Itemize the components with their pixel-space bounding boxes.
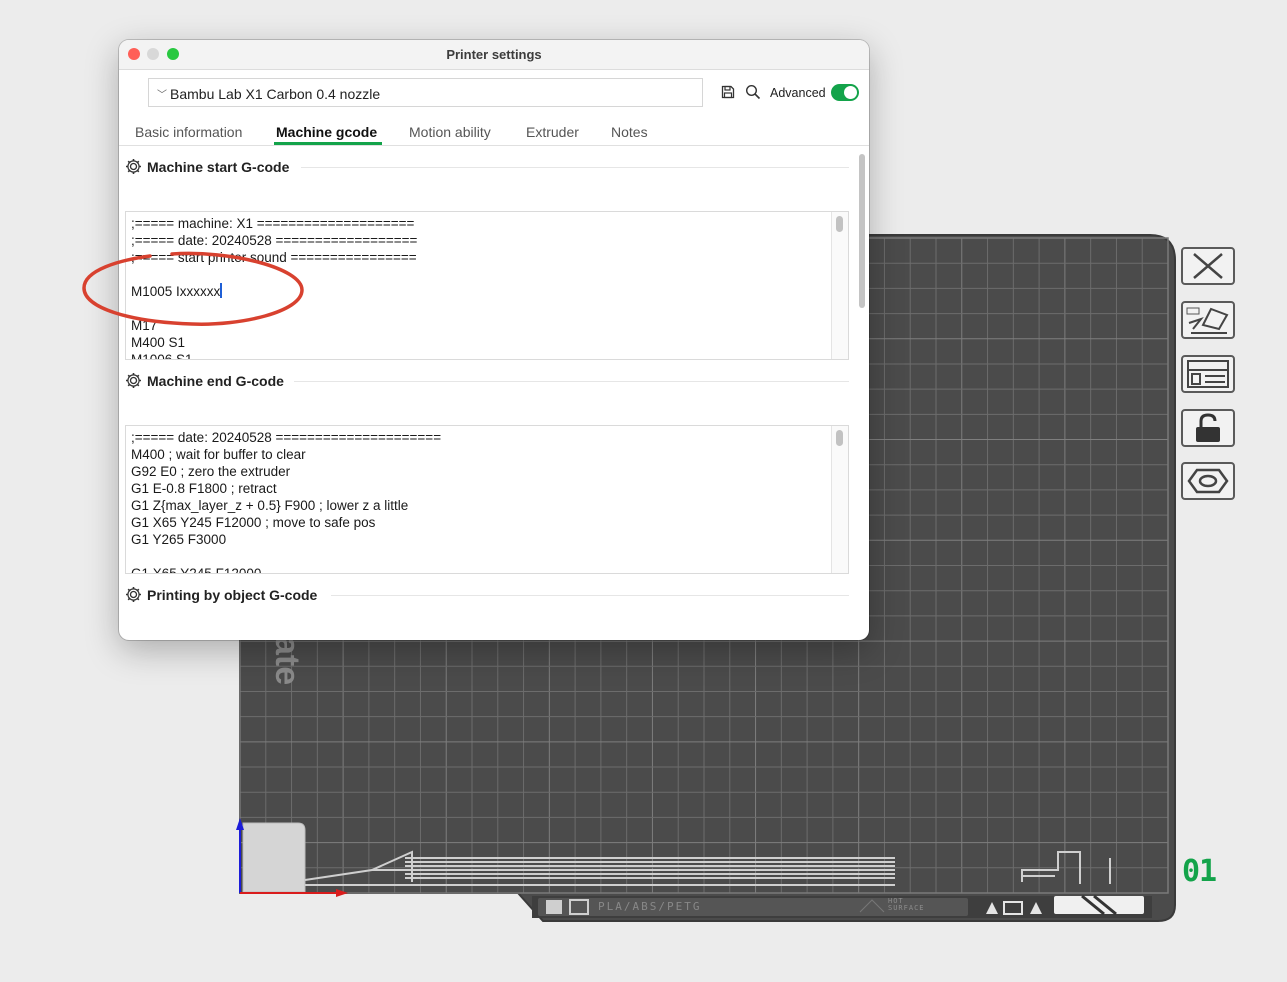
code-line: G1 Y265 F3000 [131,532,227,547]
lock-button[interactable] [1181,409,1235,447]
scrollbar-thumb[interactable] [836,216,843,232]
code-line: G1 X65 Y245 F12000 [131,566,262,574]
code-line: ;===== date: 20240528 ================== [131,233,418,248]
preset-select[interactable]: ﹀ Bambu Lab X1 Carbon 0.4 nozzle [148,78,703,107]
arrange-icon [1187,360,1229,388]
slice-icon [1187,468,1229,494]
printer-settings-dialog: Printer settings ﹀ Bambu Lab X1 Carbon 0… [119,40,869,640]
code-line: M400 S1 [131,335,186,350]
tab-motion-ability[interactable]: Motion ability [409,124,491,140]
close-plate-button[interactable] [1181,247,1235,285]
section-title: Machine start G-code [147,159,290,175]
code-line: G1 X65 Y245 F12000 ; move to safe pos [131,515,376,530]
gear-icon [126,587,141,602]
slice-button[interactable] [1181,462,1235,500]
close-icon [1193,253,1223,279]
section-divider [301,167,849,168]
end-gcode-editor[interactable]: ;===== date: 20240528 ==================… [125,425,849,574]
code-line: M400 ; wait for buffer to clear [131,447,306,462]
toggle-knob [844,86,857,99]
code-line: ;===== machine: X1 ==================== [131,216,415,231]
code-line: G1 E-0.8 F1800 ; retract [131,481,277,496]
plate-number: 01 [1182,854,1217,889]
section-title: Machine end G-code [147,373,284,389]
highlight-annotation [82,251,304,326]
tab-basic-information[interactable]: Basic information [135,124,242,140]
end-gcode-scrollbar[interactable] [831,426,848,573]
tab-divider [119,145,869,146]
plate-name-text: ate [268,636,306,686]
auto-orient-icon [1186,307,1229,334]
gear-icon [126,373,141,388]
lock-icon [1196,413,1220,442]
search-icon[interactable] [745,84,761,100]
code-line: G92 E0 ; zero the extruder [131,464,291,479]
code-line: M1006 S1 [131,352,193,360]
window-title: Printer settings [446,47,542,62]
settings-scrollbar-thumb[interactable] [859,154,865,308]
title-bar[interactable]: Printer settings [119,40,869,70]
code-line: ;===== date: 20240528 ==================… [131,430,442,445]
arrange-button[interactable] [1181,355,1235,393]
scrollbar-thumb[interactable] [836,430,843,446]
auto-orient-button[interactable] [1181,301,1235,339]
start-gcode-scrollbar[interactable] [831,212,848,359]
filament-type-label: PLA/ABS/PETG [598,900,702,913]
advanced-label: Advanced [770,86,826,100]
advanced-toggle[interactable] [831,84,859,101]
section-title: Printing by object G-code [147,587,318,603]
tab-extruder[interactable]: Extruder [526,124,579,140]
tab-notes[interactable]: Notes [611,124,648,140]
code-line: G1 Z{max_layer_z + 0.5} F900 ; lower z a… [131,498,409,513]
preset-name: Bambu Lab X1 Carbon 0.4 nozzle [170,86,381,102]
surface-label-line2: SURFACE [888,904,925,912]
gear-icon [126,159,141,174]
section-divider [294,381,849,382]
save-icon[interactable] [721,85,735,99]
surface-label: HOT SURFACE [888,898,925,912]
end-gcode-text[interactable]: ;===== date: 20240528 ==================… [131,429,442,574]
section-divider [331,595,849,596]
tab-machine-gcode[interactable]: Machine gcode [276,124,377,140]
chevron-down-icon: ﹀ [157,90,167,101]
